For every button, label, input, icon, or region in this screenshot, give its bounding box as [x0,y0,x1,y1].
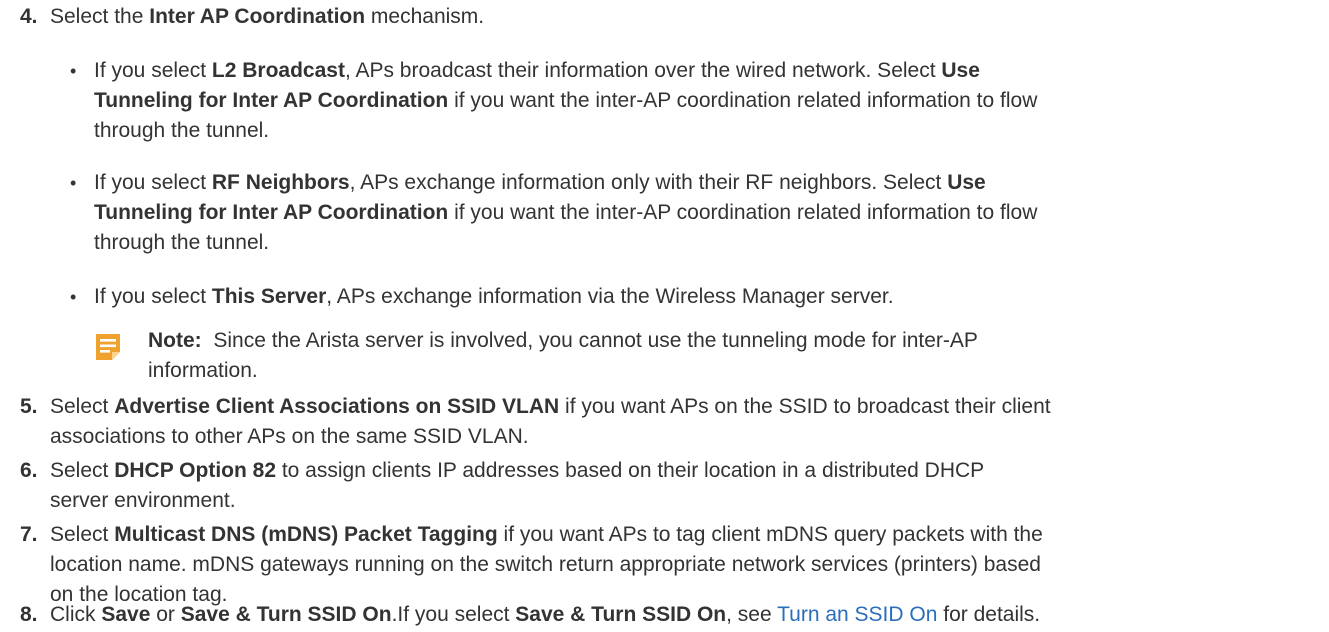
step-number: 4. [20,5,38,28]
step-number: 5. [20,395,38,418]
step-number: 6. [20,459,38,482]
ui-term: Inter AP Coordination [149,5,366,28]
step-text: Select the Inter AP Coordination mechani… [50,5,485,28]
note-icon [94,332,122,362]
note-callout: Note: Since the Arista server is involve… [94,326,1294,386]
bullet-icon: • [70,287,77,307]
turn-ssid-on-link[interactable]: Turn an SSID On [777,603,937,626]
note-label: Note: [148,329,202,352]
step-number: 8. [20,603,38,626]
step-number: 7. [20,523,38,546]
document-page: 4. Select the Inter AP Coordination mech… [0,0,1329,632]
bullet-icon: • [70,61,77,81]
bullet-icon: • [70,173,77,193]
